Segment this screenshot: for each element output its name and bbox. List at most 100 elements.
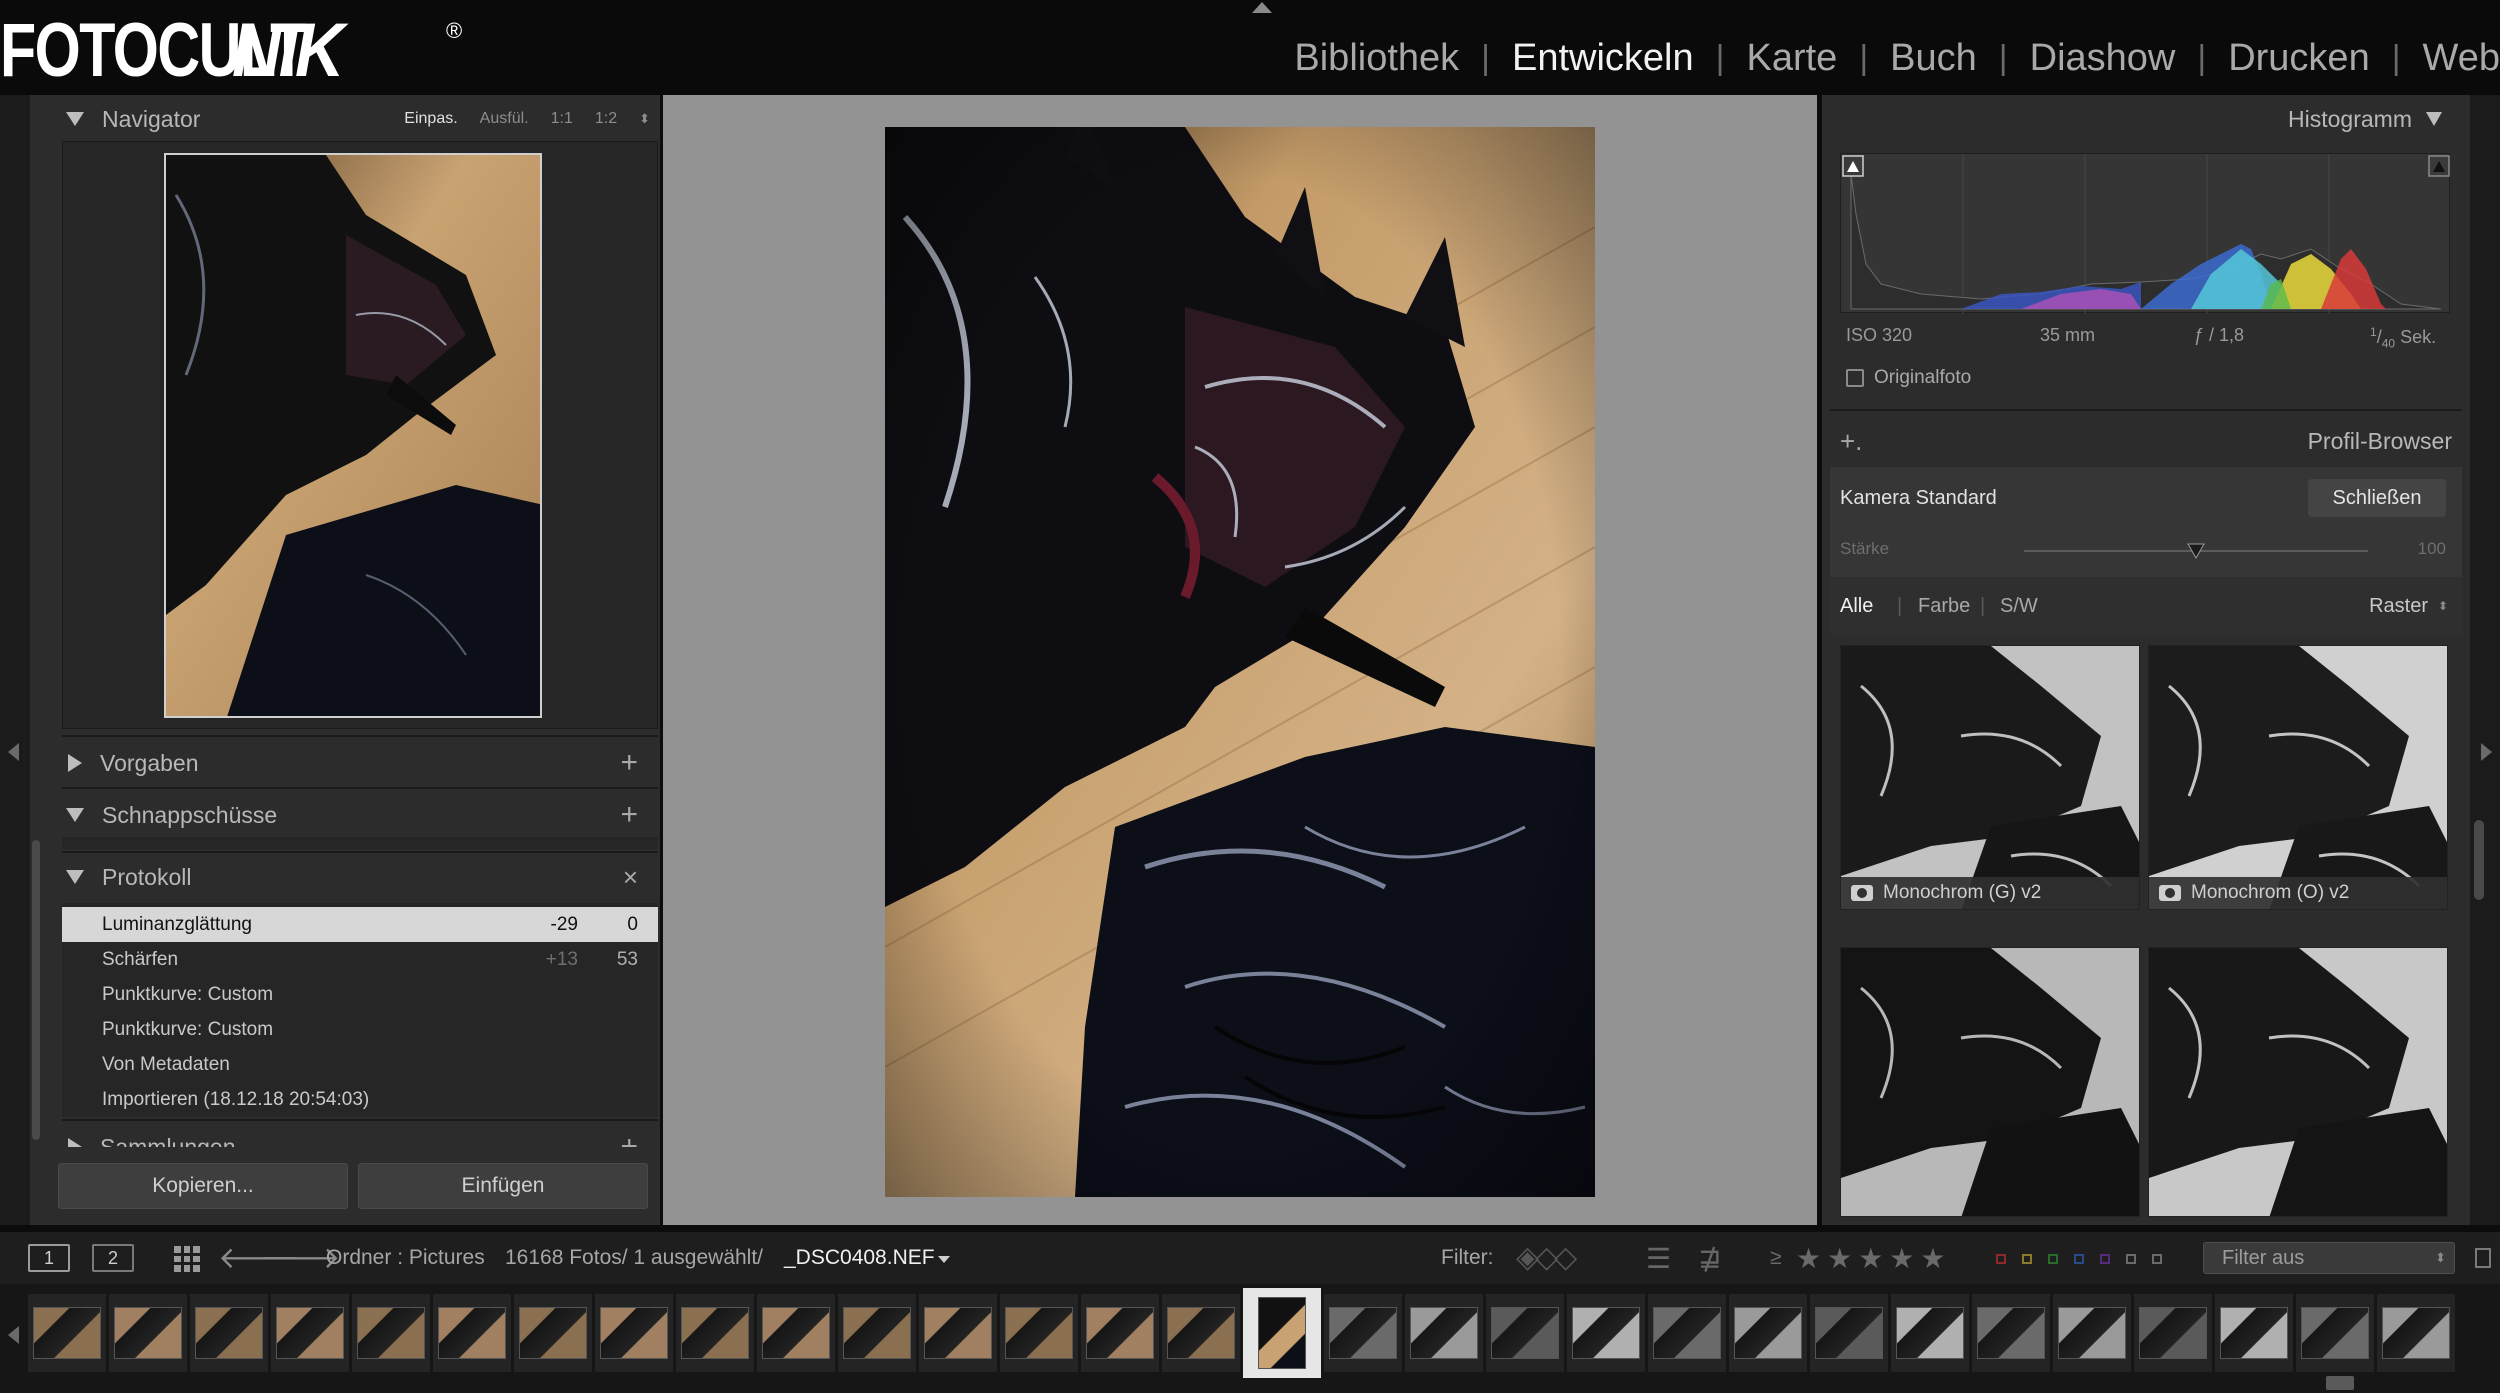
history-item[interactable]: Punktkurve: Custom <box>62 1012 658 1047</box>
strength-slider-handle[interactable] <box>2186 540 2206 560</box>
presets-header[interactable]: Vorgaben + <box>30 741 660 785</box>
filmstrip-thumb[interactable] <box>2296 1294 2374 1372</box>
color-label-blue[interactable] <box>2074 1254 2084 1264</box>
filmstrip-thumb[interactable] <box>2053 1294 2131 1372</box>
left-panel-scrollbar[interactable] <box>32 840 40 1140</box>
history-header[interactable]: Protokoll × <box>30 855 660 899</box>
right-panel-toggle-strip[interactable] <box>2470 95 2500 1225</box>
color-label-none[interactable] <box>2152 1254 2162 1264</box>
collapse-left-panel-icon[interactable] <box>8 743 19 761</box>
history-item[interactable]: Schärfen +13 53 <box>62 942 658 977</box>
close-profile-browser-button[interactable]: Schließen <box>2308 479 2446 517</box>
filmstrip-thumb[interactable] <box>1567 1294 1645 1372</box>
filmstrip-thumb[interactable] <box>838 1294 916 1372</box>
add-snapshot-icon[interactable]: + <box>620 798 638 832</box>
snapshots-header[interactable]: Schnappschüsse + <box>30 793 660 837</box>
filmstrip-thumb[interactable] <box>595 1294 673 1372</box>
expand-triangle-icon[interactable] <box>66 870 84 884</box>
filmstrip-thumb[interactable] <box>757 1294 835 1372</box>
filmstrip-thumb[interactable] <box>1405 1294 1483 1372</box>
collapse-triangle-icon[interactable] <box>68 1138 82 1147</box>
filmstrip-thumb[interactable] <box>109 1294 187 1372</box>
filmstrip-thumb[interactable] <box>271 1294 349 1372</box>
filmstrip-thumb[interactable] <box>1486 1294 1564 1372</box>
filmstrip-thumb[interactable] <box>1810 1294 1888 1372</box>
main-photo[interactable] <box>885 127 1595 1197</box>
filmstrip-thumb[interactable] <box>1891 1294 1969 1372</box>
module-buch[interactable]: Buch <box>1882 37 1985 80</box>
filmstrip-thumb[interactable] <box>1081 1294 1159 1372</box>
profile-tile-monochrom-o[interactable]: Monochrom (O) v2 <box>2148 645 2448 910</box>
filmstrip-thumb[interactable] <box>2377 1294 2455 1372</box>
profile-tile-monochrom-g[interactable]: Monochrom (G) v2 <box>1840 645 2140 910</box>
collapse-top-panel-icon[interactable] <box>1252 2 1272 13</box>
filter-lock-icon[interactable] <box>2475 1248 2491 1268</box>
color-label-yellow[interactable] <box>2022 1254 2032 1264</box>
filter-all[interactable]: Alle <box>1840 595 1873 618</box>
history-item[interactable]: Von Metadaten <box>62 1047 658 1082</box>
filmstrip-thumb[interactable] <box>676 1294 754 1372</box>
collapse-triangle-icon[interactable] <box>2426 112 2442 126</box>
zoom-fill[interactable]: Ausfül. <box>480 110 529 128</box>
zoom-1-1[interactable]: 1:1 <box>551 110 573 128</box>
profile-tile[interactable] <box>1840 947 2140 1217</box>
module-diashow[interactable]: Diashow <box>2022 37 2184 80</box>
filter-color[interactable]: Farbe <box>1918 595 1970 618</box>
color-label-purple[interactable] <box>2100 1254 2110 1264</box>
right-panel-scrollbar[interactable] <box>2474 820 2484 900</box>
unedited-filter-icon[interactable]: ⋣ <box>1698 1242 1721 1275</box>
filmstrip-thumb[interactable] <box>1162 1294 1240 1372</box>
rating-filter-stars[interactable]: ★★★★★ <box>1796 1242 1952 1275</box>
history-item[interactable]: Luminanzglättung -29 0 <box>62 907 658 942</box>
module-drucken[interactable]: Drucken <box>2220 37 2378 80</box>
filmstrip-thumb[interactable] <box>352 1294 430 1372</box>
filmstrip-thumb[interactable] <box>433 1294 511 1372</box>
color-label-red[interactable] <box>1996 1254 2006 1264</box>
collections-header[interactable]: Sammlungen + <box>30 1125 660 1147</box>
strength-slider[interactable] <box>2024 543 2368 560</box>
filmstrip-thumb-selected[interactable] <box>1243 1288 1321 1378</box>
module-bibliothek[interactable]: Bibliothek <box>1286 37 1467 80</box>
filmstrip-thumb[interactable] <box>2134 1294 2212 1372</box>
view-mode-select[interactable]: Raster <box>2369 595 2428 618</box>
navigator-header[interactable]: Navigator Einpas. Ausfül. 1:1 1:2 ⬍ <box>30 97 660 141</box>
add-preset-icon[interactable]: + <box>620 746 638 780</box>
current-filename[interactable]: _DSC0408.NEF <box>784 1246 935 1270</box>
window-2-button[interactable]: 2 <box>92 1244 134 1272</box>
filmstrip-thumb[interactable] <box>514 1294 592 1372</box>
color-label-green[interactable] <box>2048 1254 2058 1264</box>
window-1-button[interactable]: 1 <box>28 1244 70 1272</box>
edited-filter-icon[interactable]: ☰ <box>1646 1242 1671 1275</box>
view-mode-stepper-icon[interactable]: ⬍ <box>2438 599 2448 613</box>
filmstrip-scrollbar-handle[interactable] <box>2326 1376 2354 1390</box>
collapse-right-panel-icon[interactable] <box>2481 743 2492 761</box>
filmstrip-thumb[interactable] <box>1729 1294 1807 1372</box>
paste-settings-button[interactable]: Einfügen <box>358 1163 648 1209</box>
flag-filter-icons[interactable]: ◈◇◇ <box>1516 1240 1577 1275</box>
rating-operator[interactable]: ≥ <box>1770 1246 1782 1270</box>
filmstrip-thumb[interactable] <box>28 1294 106 1372</box>
filmstrip-thumb[interactable] <box>1648 1294 1726 1372</box>
copy-settings-button[interactable]: Kopieren... <box>58 1163 348 1209</box>
original-photo-toggle[interactable]: Originalfoto <box>1846 367 1971 389</box>
collapse-triangle-icon[interactable] <box>68 754 82 772</box>
grid-view-icon[interactable] <box>174 1246 200 1272</box>
expand-triangle-icon[interactable] <box>66 112 84 126</box>
histogram-chart[interactable] <box>1840 153 2450 314</box>
left-panel-toggle-strip[interactable] <box>0 95 30 1225</box>
zoom-fit[interactable]: Einpas. <box>404 110 457 128</box>
clear-history-icon[interactable]: × <box>623 862 638 893</box>
add-collection-icon[interactable]: + <box>620 1130 638 1147</box>
module-karte[interactable]: Karte <box>1738 37 1845 80</box>
expand-triangle-icon[interactable] <box>66 808 84 822</box>
navigator-preview-image[interactable] <box>164 153 542 718</box>
zoom-1-2[interactable]: 1:2 <box>595 110 617 128</box>
filmstrip-thumb[interactable] <box>1324 1294 1402 1372</box>
module-web[interactable]: Web <box>2415 37 2500 80</box>
histogram-header[interactable]: Histogramm <box>1822 97 2470 141</box>
original-photo-checkbox[interactable] <box>1846 369 1864 387</box>
add-profile-icon[interactable]: +. <box>1840 426 1862 457</box>
filmstrip-thumb[interactable] <box>1972 1294 2050 1372</box>
filmstrip-thumb[interactable] <box>919 1294 997 1372</box>
filmstrip-thumb[interactable] <box>2215 1294 2293 1372</box>
